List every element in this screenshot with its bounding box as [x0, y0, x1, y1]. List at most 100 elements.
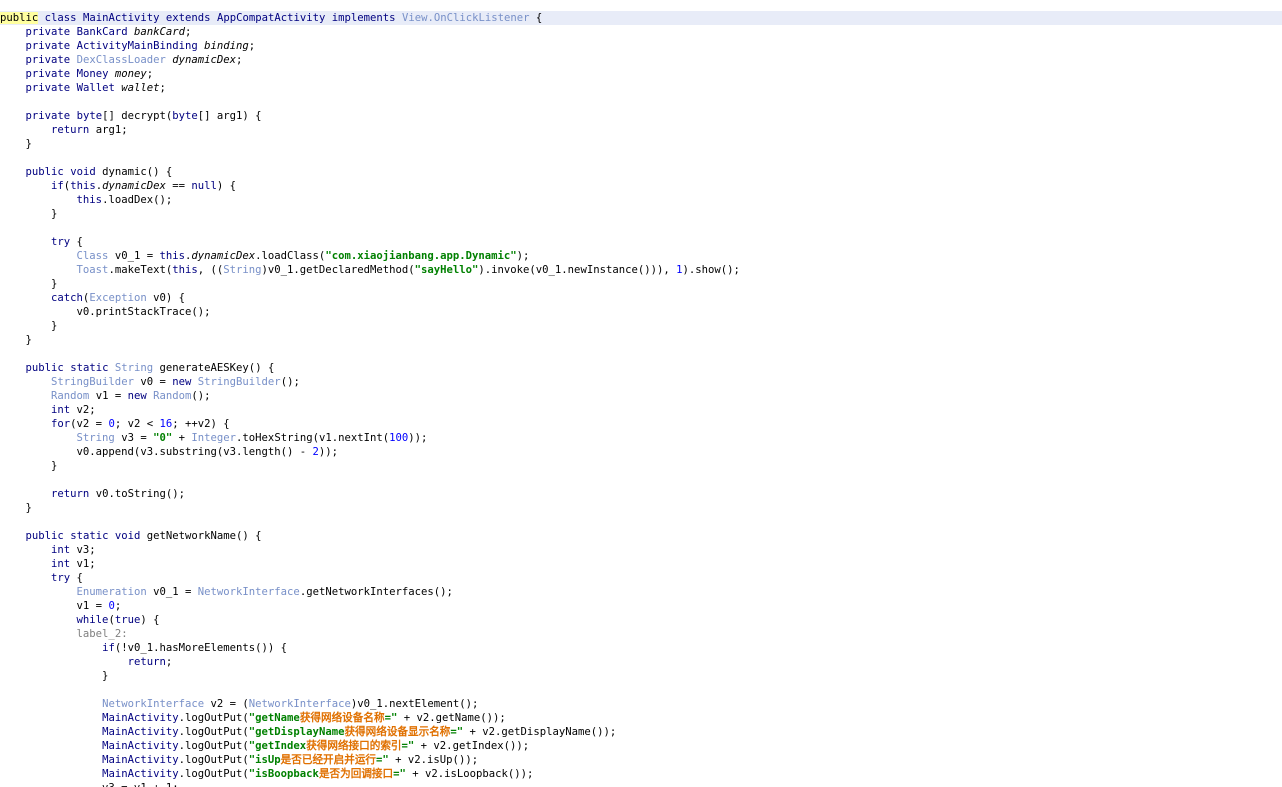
code-token: implements	[331, 12, 396, 24]
code-line[interactable]: Class v0_1 = this.dynamicDex.loadClass("…	[0, 249, 1282, 263]
code-line[interactable]: v3 = v1 + 1;	[0, 781, 1282, 787]
code-token: if	[102, 642, 115, 654]
code-line[interactable]	[0, 221, 1282, 235]
code-line[interactable]: String v3 = "0" + Integer.toHexString(v1…	[0, 431, 1282, 445]
code-line[interactable]: }	[0, 333, 1282, 347]
code-token: ();	[191, 390, 211, 402]
code-line[interactable]: try {	[0, 571, 1282, 585]
code-line[interactable]: }	[0, 501, 1282, 515]
code-token: ="	[450, 726, 464, 738]
code-line[interactable]: label_2:	[0, 627, 1282, 641]
code-line[interactable]: v0.append(v3.substring(v3.length() - 2))…	[0, 445, 1282, 459]
code-line[interactable]: MainActivity.logOutPut("getName获得网络设备名称=…	[0, 711, 1282, 725]
code-line[interactable]	[0, 95, 1282, 109]
code-line[interactable]: }	[0, 459, 1282, 473]
code-line[interactable]	[0, 473, 1282, 487]
code-line[interactable]: Random v1 = new Random();	[0, 389, 1282, 403]
code-line[interactable]: MainActivity.logOutPut("getIndex获得网络接口的索…	[0, 739, 1282, 753]
code-editor[interactable]: public class MainActivity extends AppCom…	[0, 0, 1282, 787]
code-token: ).invoke(v0_1.newInstance())),	[478, 264, 677, 276]
code-line[interactable]: public void dynamic() {	[0, 165, 1282, 179]
code-token: ) {	[216, 180, 237, 192]
code-line[interactable]: v1 = 0;	[0, 599, 1282, 613]
code-line[interactable]: if(this.dynamicDex == null) {	[0, 179, 1282, 193]
code-line[interactable]: MainActivity.logOutPut("getDisplayName获得…	[0, 725, 1282, 739]
code-token: [] arg1) {	[197, 110, 262, 122]
code-token: arg1;	[89, 124, 128, 136]
code-line[interactable]: while(true) {	[0, 613, 1282, 627]
code-token: .toHexString(v1.nextInt(	[236, 432, 390, 444]
code-line[interactable]: return arg1;	[0, 123, 1282, 137]
code-line[interactable]: private ActivityMainBinding binding;	[0, 39, 1282, 53]
code-token: Class	[76, 250, 109, 262]
code-token: ;	[236, 54, 243, 66]
code-token: 获得网络设备显示名称	[344, 726, 451, 738]
code-token: "getDisplayName	[248, 726, 345, 738]
code-line[interactable]	[0, 347, 1282, 361]
code-line[interactable]: try {	[0, 235, 1282, 249]
code-line[interactable]: private Money money;	[0, 67, 1282, 81]
code-token: MainActivity	[102, 712, 179, 724]
code-line[interactable]: }	[0, 669, 1282, 683]
code-token: v3;	[70, 544, 96, 556]
code-token: (!v0_1.hasMoreElements()) {	[114, 642, 288, 654]
code-line[interactable]: Toast.makeText(this, ((String)v0_1.getDe…	[0, 263, 1282, 277]
code-line[interactable]: StringBuilder v0 = new StringBuilder();	[0, 375, 1282, 389]
code-line[interactable]: int v2;	[0, 403, 1282, 417]
code-line[interactable]	[0, 151, 1282, 165]
code-token: NetworkInterface	[102, 698, 205, 710]
code-line[interactable]: if(!v0_1.hasMoreElements()) {	[0, 641, 1282, 655]
code-line[interactable]: }	[0, 137, 1282, 151]
code-token: generateAESKey() {	[153, 362, 275, 374]
code-token: v0.toString();	[89, 488, 185, 500]
code-line[interactable]: return;	[0, 655, 1282, 669]
code-token: )v0_1.getDeclaredMethod(	[261, 264, 415, 276]
code-line[interactable]: this.loadDex();	[0, 193, 1282, 207]
code-token: this	[76, 194, 103, 206]
code-line[interactable]: }	[0, 207, 1282, 221]
code-line[interactable]: public static String generateAESKey() {	[0, 361, 1282, 375]
code-token: for	[51, 418, 71, 430]
code-token: new	[172, 376, 192, 388]
code-line[interactable]: v0.printStackTrace();	[0, 305, 1282, 319]
code-token: Money	[76, 68, 109, 80]
code-token: String	[114, 362, 154, 374]
code-line[interactable]: for(v2 = 0; v2 < 16; ++v2) {	[0, 417, 1282, 431]
code-line[interactable]: NetworkInterface v2 = (NetworkInterface)…	[0, 697, 1282, 711]
code-line[interactable]: return v0.toString();	[0, 487, 1282, 501]
code-line[interactable]	[0, 683, 1282, 697]
code-line[interactable]: int v1;	[0, 557, 1282, 571]
code-line[interactable]: int v3;	[0, 543, 1282, 557]
code-token: public	[25, 166, 64, 178]
code-token: v0.append(v3.substring(v3.length() -	[0, 446, 313, 458]
code-line[interactable]: private byte[] decrypt(byte[] arg1) {	[0, 109, 1282, 123]
code-line[interactable]: private Wallet wallet;	[0, 81, 1282, 95]
code-line[interactable]: public static void getNetworkName() {	[0, 529, 1282, 543]
code-line[interactable]: private DexClassLoader dynamicDex;	[0, 53, 1282, 67]
code-line[interactable]: }	[0, 319, 1282, 333]
code-line[interactable]: MainActivity.logOutPut("isBoopback是否为回调接…	[0, 767, 1282, 781]
code-line[interactable]	[0, 515, 1282, 529]
code-token: ActivityMainBinding	[76, 40, 198, 52]
code-token: + v2.isLoopback());	[405, 768, 534, 780]
code-line[interactable]: private BankCard bankCard;	[0, 25, 1282, 39]
code-line[interactable]: public class MainActivity extends AppCom…	[0, 11, 1282, 25]
code-token: Enumeration	[76, 586, 147, 598]
code-line[interactable]: catch(Exception v0) {	[0, 291, 1282, 305]
code-token: try	[51, 236, 71, 248]
code-token: public	[0, 12, 39, 24]
code-line[interactable]: MainActivity.logOutPut("isUp是否已经开启并运行=" …	[0, 753, 1282, 767]
code-line[interactable]: Enumeration v0_1 = NetworkInterface.getN…	[0, 585, 1282, 599]
code-token: binding	[204, 40, 249, 52]
code-line[interactable]: }	[0, 277, 1282, 291]
code-token: ));	[408, 432, 428, 444]
